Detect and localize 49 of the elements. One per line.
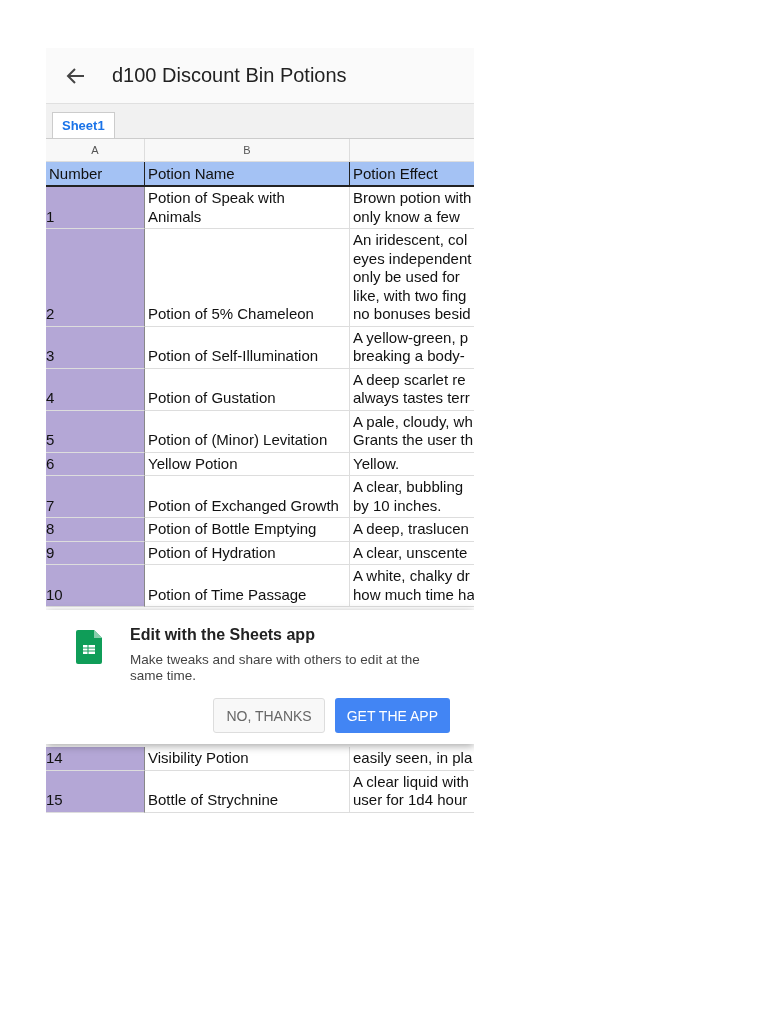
column-letter: B	[145, 139, 350, 162]
table-cell: 4	[46, 368, 145, 411]
table-cell: 3	[46, 326, 145, 369]
get-app-button[interactable]: GET THE APP	[334, 698, 450, 733]
column-letter: A	[46, 139, 145, 162]
table-cell: Bottle of Strychnine	[145, 770, 350, 813]
table-cell: A clear liquid with user for 1d4 hour	[350, 770, 474, 813]
table-cell: Potion of Self-Illumination	[145, 326, 350, 369]
table-cell: Potion of Speak with Animals	[145, 187, 350, 229]
table-cell: A clear, bubbling by 10 inches.	[350, 476, 474, 518]
table-cell: A pale, cloudy, wh Grants the user th	[350, 410, 474, 453]
header-cell: Potion Name	[145, 162, 350, 187]
table-cell: A yellow-green, p breaking a body-	[350, 326, 474, 369]
table-cell: A clear, unscente	[350, 541, 474, 565]
back-arrow-icon[interactable]	[66, 65, 86, 86]
table-cell: Potion of Bottle Emptying	[145, 518, 350, 542]
table-cell: 7	[46, 476, 145, 518]
table-cell: Potion of Exchanged Growth	[145, 476, 350, 518]
table-cell: Potion of Gustation	[145, 368, 350, 411]
table-cell: 10	[46, 565, 145, 607]
dismiss-button[interactable]: NO, THANKS	[213, 698, 325, 733]
table-cell: A deep, traslucen	[350, 518, 474, 542]
table-cell: 14	[46, 747, 145, 771]
table-cell: Potion of Time Passage	[145, 565, 350, 607]
sheet-tab[interactable]: Sheet1	[52, 112, 115, 138]
table-cell: Potion of 5% Chameleon	[145, 229, 350, 327]
header-cell: Potion Effect	[350, 162, 474, 187]
spreadsheet-app-icon	[76, 630, 102, 664]
document-title: d100 Discount Bin Potions	[112, 64, 347, 87]
table-cell: 8	[46, 518, 145, 542]
table-cell: Visibility Potion	[145, 747, 350, 771]
table-cell: Yellow Potion	[145, 452, 350, 476]
table-cell: 1	[46, 187, 145, 229]
table-cell: 2	[46, 229, 145, 327]
table-cell: 9	[46, 541, 145, 565]
table-cell: easily seen, in pla	[350, 747, 474, 771]
table-cell: A deep scarlet re always tastes terr	[350, 368, 474, 411]
dialog-message: Make tweaks and share with others to edit at the same time.	[130, 652, 421, 684]
header-cell: Number	[46, 162, 145, 187]
table-cell: Potion of (Minor) Levitation	[145, 410, 350, 453]
table-cell: A white, chalky dr how much time ha	[350, 565, 474, 607]
table-cell: 6	[46, 452, 145, 476]
table-cell: An iridescent, col eyes independent only be used for like, with two fing no bonuses besid	[350, 229, 474, 327]
table-cell: Potion of Hydration	[145, 541, 350, 565]
dialog-title: Edit with the Sheets app	[130, 626, 316, 644]
table-cell: Yellow.	[350, 452, 474, 476]
table-cell: 5	[46, 410, 145, 453]
table-cell: 15	[46, 770, 145, 813]
table-cell: Brown potion with only know a few	[350, 187, 474, 229]
